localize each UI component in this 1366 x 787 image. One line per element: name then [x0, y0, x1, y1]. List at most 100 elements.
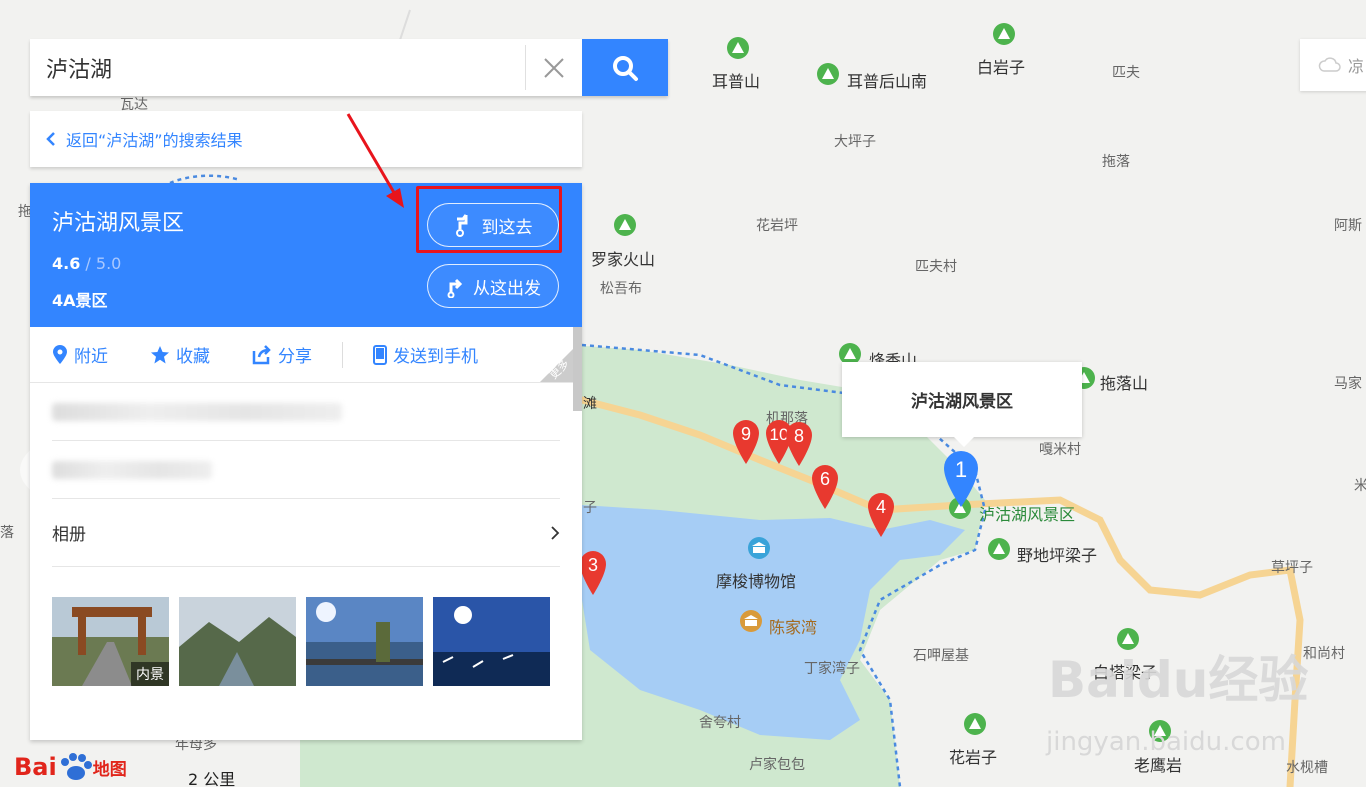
weather-widget[interactable]: 凉: [1300, 39, 1366, 91]
result-marker-8[interactable]: 8: [784, 420, 814, 468]
marker-label: 3: [588, 555, 598, 575]
search-box: [30, 39, 668, 96]
chevron-left-icon: [46, 132, 55, 146]
divider: [342, 341, 343, 368]
map-label: 松吾布: [600, 281, 642, 297]
album-label: 相册: [52, 525, 86, 545]
annotation-arrow: [346, 113, 404, 208]
map-label: 拖落: [1102, 154, 1130, 170]
mountain-icon[interactable]: [725, 36, 751, 62]
back-label: 返回“泸沽湖”的搜索结果: [66, 131, 243, 150]
favorite-button[interactable]: 收藏: [150, 342, 210, 367]
go-from-button[interactable]: 从这出发: [427, 264, 559, 308]
rating-max: / 5.0: [80, 254, 122, 273]
mountain-icon[interactable]: [991, 22, 1017, 48]
museum-icon[interactable]: [746, 536, 772, 562]
poi-label[interactable]: 摩梭博物馆: [716, 568, 796, 592]
map-label: 和尚村: [1303, 646, 1345, 662]
share-label: 分享: [278, 347, 312, 367]
map-label: 花岩坪: [756, 218, 798, 234]
search-button[interactable]: [582, 39, 668, 96]
send-to-phone-button[interactable]: 发送到手机: [373, 342, 478, 367]
go-there-label: 到这去: [481, 217, 533, 238]
poi-label[interactable]: 陈家湾: [769, 614, 817, 638]
share-button[interactable]: 分享: [252, 342, 312, 367]
go-there-button[interactable]: 到这去: [427, 203, 559, 247]
photo-strip: 内景: [30, 567, 582, 686]
map-label: 卢家包包: [749, 757, 805, 773]
poi-label[interactable]: 泸沽湖风景区: [979, 501, 1075, 525]
map-label: 子: [583, 500, 597, 516]
photo-thumbnail[interactable]: [433, 597, 550, 686]
album-row[interactable]: 相册: [52, 499, 560, 567]
poi-label[interactable]: 拖落山: [1100, 370, 1148, 394]
poi-label[interactable]: 白岩子: [977, 54, 1025, 78]
poi-label[interactable]: 花岩子: [949, 744, 997, 768]
result-marker-9[interactable]: 9: [731, 418, 761, 466]
route-from-icon: [447, 278, 463, 298]
map-label: 匹夫村: [915, 259, 957, 275]
baidu-map-logo: Bai 地图: [14, 752, 127, 782]
action-bar: 附近 收藏 分享 发送到手机 更多: [30, 327, 582, 383]
back-to-results[interactable]: 返回“泸沽湖”的搜索结果: [30, 111, 582, 167]
marker-label: 1: [955, 457, 967, 482]
clear-button[interactable]: [525, 45, 582, 90]
panel-scrollbar[interactable]: [573, 327, 582, 411]
museum-icon[interactable]: [738, 609, 764, 635]
map-label: 落: [0, 525, 14, 541]
poi-label[interactable]: 野地坪梁子: [1017, 542, 1097, 566]
map-label: 大坪子: [834, 134, 876, 150]
rating-value: 4.6: [52, 254, 81, 273]
info-window[interactable]: 泸沽湖风景区: [842, 362, 1082, 447]
place-detail-panel: 泸沽湖风景区 4.6 / 5.0 4A景区 到这去 从这出发 附近 收藏 分享 …: [30, 183, 582, 740]
blurred-info-row: [52, 383, 560, 441]
map-label: 草坪子: [1271, 560, 1313, 576]
result-marker-4[interactable]: 4: [866, 491, 896, 539]
place-rating: 4.6 / 5.0: [52, 254, 121, 273]
marker-label: 6: [820, 469, 830, 489]
photo-thumbnail[interactable]: [306, 597, 423, 686]
place-level: 4A景区: [52, 291, 108, 310]
mountain-icon[interactable]: [962, 712, 988, 738]
search-input[interactable]: [30, 39, 525, 96]
map-label: 米: [1354, 478, 1366, 494]
map-label: 马家: [1334, 376, 1362, 392]
paw-icon: [60, 753, 92, 780]
result-marker-6[interactable]: 6: [810, 463, 840, 511]
mountain-icon[interactable]: [986, 537, 1012, 563]
location-pin-icon: [53, 344, 67, 364]
watermark: Baidu经验: [1048, 651, 1309, 709]
watermark-url: jingyan.baidu.com: [1046, 727, 1286, 757]
map-label: 水枧槽: [1286, 760, 1328, 776]
map-scale: 2 公里: [188, 770, 236, 787]
map-label: 舍夸村: [699, 715, 741, 731]
marker-label: 9: [741, 424, 751, 444]
info-window-title: 泸沽湖风景区: [911, 392, 1013, 412]
mountain-icon[interactable]: [612, 213, 638, 239]
logo-brand: Bai: [14, 753, 57, 781]
photo-thumbnail[interactable]: [179, 597, 296, 686]
map-label: 匹夫: [1112, 65, 1140, 81]
result-marker-1[interactable]: 1: [942, 449, 980, 509]
map-label: 滩: [583, 396, 597, 412]
result-marker-3[interactable]: 3: [578, 549, 608, 597]
share-icon: [252, 344, 271, 364]
poi-label[interactable]: 耳普后山南: [847, 68, 927, 92]
phone-icon: [373, 344, 387, 365]
go-from-label: 从这出发: [473, 278, 541, 299]
poi-label[interactable]: 耳普山: [712, 68, 760, 92]
map-label: 丁家湾子: [804, 661, 860, 677]
logo-text: 地图: [92, 759, 127, 780]
close-icon: [544, 57, 564, 78]
marker-label: 8: [794, 426, 804, 446]
nearby-button[interactable]: 附近: [52, 342, 108, 367]
map-label: 石呷屋基: [913, 648, 969, 664]
poi-label[interactable]: 罗家火山: [591, 246, 655, 270]
photo-thumbnail[interactable]: 内景: [52, 597, 169, 686]
cloud-icon: [1318, 57, 1341, 72]
mountain-icon[interactable]: [815, 62, 841, 88]
place-title: 泸沽湖风景区: [52, 211, 185, 236]
search-icon: [613, 55, 638, 81]
place-header: 泸沽湖风景区 4.6 / 5.0 4A景区 到这去 从这出发: [30, 183, 582, 327]
star-icon: [151, 345, 169, 363]
